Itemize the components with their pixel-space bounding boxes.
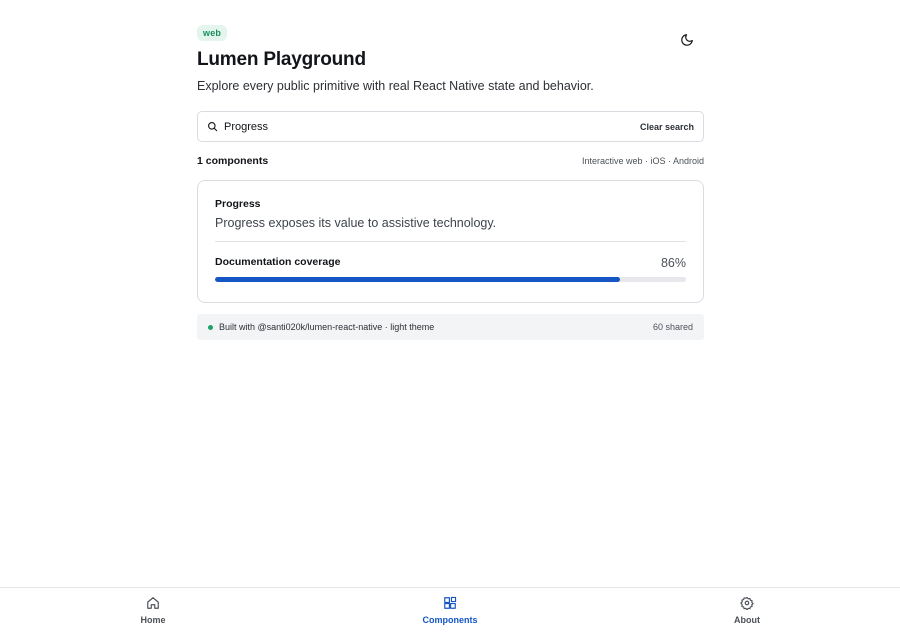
- bottom-tab-bar: Home Components About: [0, 587, 900, 633]
- tab-label-components: Components: [422, 615, 478, 625]
- coverage-progress-bar: [215, 277, 686, 282]
- status-dot: [208, 324, 213, 330]
- footer-strip: Built with @santi020k/lumen-react-native…: [197, 314, 704, 340]
- clear-search-button[interactable]: Clear search: [640, 122, 694, 132]
- coverage-value: 86%: [660, 256, 686, 270]
- platforms-note: Interactive web · iOS · Android: [581, 156, 704, 166]
- page-title: Lumen Playground: [197, 49, 366, 70]
- gear-icon: [740, 595, 754, 611]
- component-title: Progress: [215, 198, 261, 210]
- tab-components[interactable]: Components: [405, 595, 495, 625]
- search-input[interactable]: [224, 120, 640, 133]
- results-summary: 1 components Interactive web · iOS · And…: [197, 155, 704, 167]
- page-subtitle: Explore every public primitive with real…: [197, 79, 594, 93]
- tab-home[interactable]: Home: [108, 595, 198, 625]
- platform-badge: web: [197, 25, 228, 41]
- tab-about[interactable]: About: [702, 595, 792, 625]
- component-card-progress[interactable]: Progress Progress exposes its value to a…: [197, 180, 704, 303]
- main-content: web Lumen Playground Explore every publi…: [197, 23, 704, 340]
- tab-label-home: Home: [140, 615, 166, 625]
- components-icon: [443, 595, 457, 611]
- search-box: Clear search: [197, 111, 704, 142]
- coverage-label: Documentation coverage: [215, 256, 341, 268]
- built-with-text: Built with @santi020k/lumen-react-native…: [219, 322, 435, 332]
- moon-icon: [681, 34, 693, 46]
- results-count: 1 components: [197, 155, 269, 167]
- card-divider: [215, 241, 686, 242]
- component-description: Progress exposes its value to assistive …: [215, 216, 497, 230]
- home-icon: [146, 595, 160, 611]
- search-icon: [207, 121, 219, 133]
- coverage-progress-fill: [215, 277, 621, 282]
- tab-label-about: About: [734, 615, 760, 625]
- shared-count: 60 shared: [652, 322, 693, 332]
- theme-toggle-button[interactable]: [678, 31, 696, 49]
- coverage-row: Documentation coverage 86%: [215, 254, 686, 270]
